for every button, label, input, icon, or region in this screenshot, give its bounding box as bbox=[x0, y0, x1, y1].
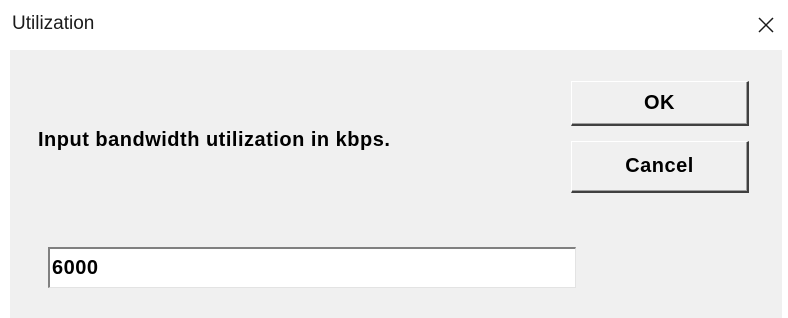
utilization-dialog: Utilization Input bandwidth utilization … bbox=[0, 0, 788, 318]
ok-button[interactable]: OK bbox=[571, 81, 749, 126]
prompt-label: Input bandwidth utilization in kbps. bbox=[38, 129, 391, 151]
close-icon bbox=[758, 17, 774, 33]
title-bar[interactable]: Utilization bbox=[0, 0, 788, 50]
close-button[interactable] bbox=[746, 6, 786, 44]
dialog-body: Input bandwidth utilization in kbps. OK … bbox=[10, 50, 782, 318]
bandwidth-input[interactable] bbox=[48, 247, 576, 288]
cancel-button[interactable]: Cancel bbox=[571, 141, 749, 193]
window-title: Utilization bbox=[12, 13, 95, 34]
